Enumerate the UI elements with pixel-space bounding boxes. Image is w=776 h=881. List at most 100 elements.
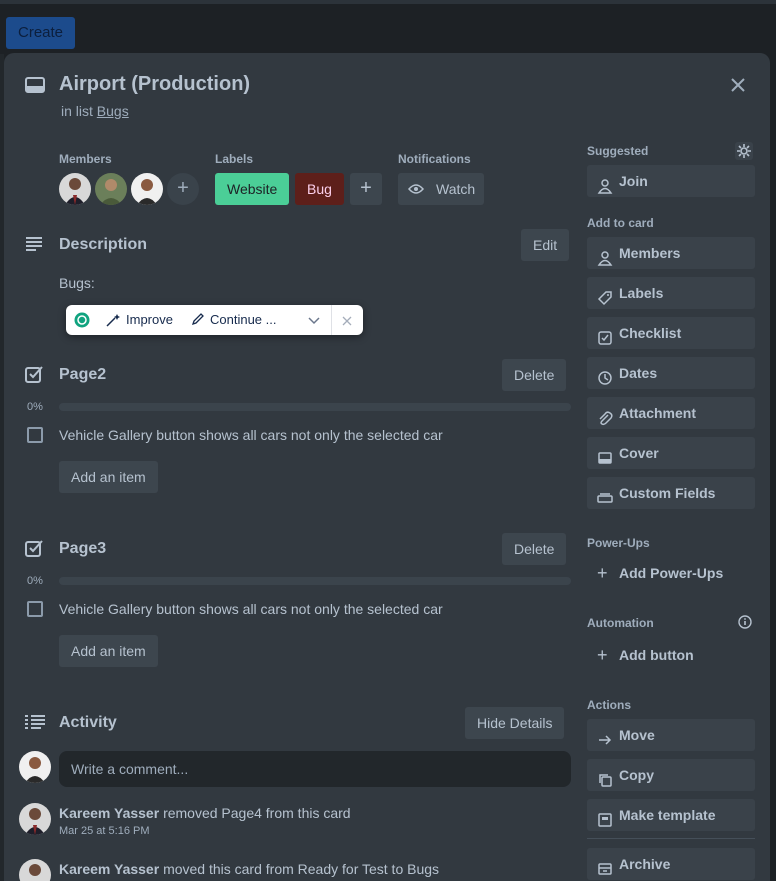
make-template-button[interactable]: Make template: [587, 799, 755, 831]
avatar[interactable]: [131, 173, 163, 205]
hide-details-button[interactable]: Hide Details: [465, 707, 565, 739]
card-icon: [24, 75, 46, 95]
tag-icon: [597, 285, 613, 306]
members-button[interactable]: Members: [587, 237, 755, 269]
activity-action: removed Page4 from this card: [163, 805, 351, 821]
close-icon[interactable]: [342, 314, 352, 329]
add-member-button[interactable]: +: [167, 173, 199, 205]
join-button[interactable]: Join: [587, 165, 755, 197]
person-icon: [597, 173, 613, 194]
avatar[interactable]: [19, 859, 51, 881]
activity-timestamp[interactable]: Mar 25 at 5:16 PM: [59, 825, 150, 837]
gear-icon[interactable]: [735, 142, 753, 160]
add-item-button[interactable]: Add an item: [59, 461, 158, 493]
add-power-ups-button[interactable]: + Add Power-Ups: [587, 557, 755, 589]
archive-label: Archive: [619, 856, 671, 872]
avatar[interactable]: [59, 173, 91, 205]
actions-divider: [587, 838, 755, 839]
labels-label: Labels: [215, 152, 254, 166]
create-button[interactable]: Create: [6, 17, 76, 49]
add-to-card-label: Add to card: [587, 216, 654, 230]
description-icon: [25, 236, 43, 252]
dates-button[interactable]: Dates: [587, 357, 755, 389]
chevron-down-icon[interactable]: [308, 314, 320, 329]
eye-icon: [408, 181, 424, 197]
checklist-item-checkbox[interactable]: [27, 601, 43, 617]
checklist-progress-bar: [59, 403, 571, 411]
description-heading: Description: [59, 236, 148, 253]
label-website[interactable]: Website: [215, 173, 290, 205]
checklist-progress-percent: 0%: [27, 575, 43, 587]
person-icon: [597, 245, 613, 266]
attachment-label: Attachment: [619, 405, 697, 421]
continue-button[interactable]: Continue ...: [210, 312, 277, 327]
checklist-item-text[interactable]: Vehicle Gallery button shows all cars no…: [59, 601, 443, 617]
power-ups-label: Power-Ups: [587, 536, 650, 550]
delete-checklist-button[interactable]: Delete: [502, 533, 567, 565]
card-detail-dialog: Airport (Production) in list Bugs Member…: [4, 53, 770, 881]
plus-icon: +: [597, 645, 608, 665]
close-icon[interactable]: [726, 73, 750, 97]
activity-user[interactable]: Kareem Yasser: [59, 861, 159, 877]
checklist-progress-percent: 0%: [27, 401, 43, 413]
move-button[interactable]: Move: [587, 719, 755, 751]
checklist-title[interactable]: Page3: [59, 540, 106, 558]
checkbox-icon: [597, 325, 613, 345]
activity-entry: Kareem Yasser moved this card from Ready…: [59, 861, 439, 877]
info-icon[interactable]: [737, 614, 753, 630]
cover-label: Cover: [619, 445, 659, 461]
list-link[interactable]: Bugs: [97, 103, 129, 119]
copy-icon: [597, 767, 613, 787]
checklist-progress-bar: [59, 577, 571, 585]
avatar[interactable]: [19, 803, 51, 835]
checklist-button[interactable]: Checklist: [587, 317, 755, 349]
members-label: Members: [59, 152, 112, 166]
add-label-button[interactable]: +: [350, 173, 382, 205]
activity-heading: Activity: [59, 714, 117, 731]
checklist-item-checkbox[interactable]: [27, 427, 43, 443]
avatar[interactable]: [95, 173, 127, 205]
arrow-right-icon: [597, 727, 613, 745]
improve-button[interactable]: Improve: [126, 312, 173, 327]
description-body[interactable]: Bugs:: [59, 275, 95, 291]
comment-input[interactable]: Write a comment...: [59, 751, 571, 787]
labels-label: Labels: [619, 285, 664, 301]
edit-description-button[interactable]: Edit: [521, 229, 570, 261]
plus-icon: +: [597, 563, 608, 583]
join-label: Join: [619, 173, 648, 189]
cover-button[interactable]: Cover: [587, 437, 755, 469]
delete-checklist-button[interactable]: Delete: [502, 359, 567, 391]
make-template-label: Make template: [619, 807, 716, 823]
members-label: Members: [619, 245, 681, 261]
paperclip-icon: [597, 405, 613, 426]
watch-button[interactable]: Watch: [398, 173, 484, 205]
custom-fields-button[interactable]: Custom Fields: [587, 477, 755, 509]
labels-button[interactable]: Labels: [587, 277, 755, 309]
custom-fields-label: Custom Fields: [619, 485, 716, 501]
activity-user[interactable]: Kareem Yasser: [59, 805, 159, 821]
avatar: [19, 751, 51, 783]
card-title[interactable]: Airport (Production): [59, 73, 250, 96]
automation-label: Automation: [587, 616, 654, 630]
add-power-ups-label: Add Power-Ups: [619, 565, 724, 581]
card-list-info: in list Bugs: [61, 103, 129, 119]
checklist-item-text[interactable]: Vehicle Gallery button shows all cars no…: [59, 427, 443, 443]
activity-entry: Kareem Yasser removed Page4 from this ca…: [59, 805, 351, 821]
checklist-icon: [25, 539, 43, 557]
copy-button[interactable]: Copy: [587, 759, 755, 791]
checklist-title[interactable]: Page2: [59, 366, 106, 384]
archive-icon: [597, 856, 613, 875]
archive-button[interactable]: Archive: [587, 848, 755, 880]
add-item-button[interactable]: Add an item: [59, 635, 158, 667]
cover-icon: [597, 445, 613, 464]
actions-label: Actions: [587, 698, 632, 712]
custom-fields-icon: [597, 485, 613, 503]
attachment-button[interactable]: Attachment: [587, 397, 755, 429]
activity-action: moved this card from Ready for Test to B…: [163, 861, 440, 877]
template-icon: [597, 807, 613, 827]
checklist-label: Checklist: [619, 325, 682, 341]
watch-label: Watch: [436, 181, 476, 197]
copy-label: Copy: [619, 767, 654, 783]
label-bug[interactable]: Bug: [295, 173, 344, 205]
add-automation-button[interactable]: + Add button: [587, 639, 755, 671]
